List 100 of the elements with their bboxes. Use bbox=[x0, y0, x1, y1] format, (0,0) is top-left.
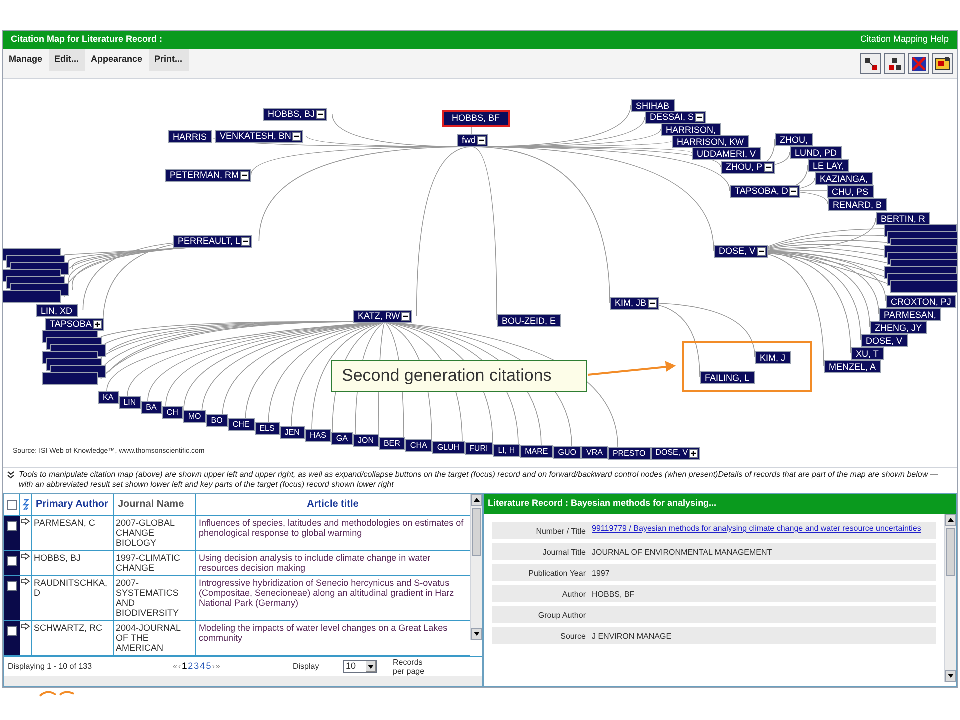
citation-node[interactable]: HAS bbox=[304, 428, 332, 442]
citation-node[interactable]: BOU-ZEID, E bbox=[497, 314, 562, 327]
map-tool-button[interactable] bbox=[932, 53, 953, 74]
citation-node[interactable]: KA bbox=[98, 391, 119, 404]
citation-node[interactable]: FURI bbox=[464, 442, 494, 456]
table-cell[interactable]: Modeling the impacts of water level changes on a Great Lakes community bbox=[196, 621, 470, 655]
record-title-link[interactable]: 99119779 / Bayesian methods for analysing climate change and water resource uncertainties bbox=[592, 522, 936, 539]
citation-node[interactable]: GA bbox=[331, 432, 353, 445]
citation-node[interactable]: PETERMAN, RM bbox=[165, 169, 252, 182]
collapse-button[interactable] bbox=[756, 247, 766, 256]
row-checkbox[interactable] bbox=[7, 626, 17, 636]
citation-node[interactable]: CHA bbox=[405, 438, 432, 452]
collapse-button[interactable] bbox=[764, 163, 773, 172]
citation-node[interactable]: XU, T bbox=[851, 347, 884, 360]
citation-node[interactable]: GUO bbox=[553, 446, 582, 459]
citation-node[interactable]: KIM, J bbox=[755, 351, 791, 364]
map-tool-button[interactable] bbox=[884, 53, 905, 74]
citation-node[interactable]: DESSAI, S bbox=[645, 111, 706, 124]
citation-node[interactable]: MARE bbox=[520, 444, 554, 458]
citation-node[interactable]: VRA bbox=[581, 446, 608, 460]
citation-node[interactable]: fwd bbox=[457, 134, 488, 147]
row-checkbox[interactable] bbox=[7, 581, 17, 591]
citation-node[interactable]: KAZIANGA, bbox=[815, 172, 874, 185]
column-header[interactable]: Journal Name bbox=[114, 494, 196, 515]
citation-node[interactable]: LI, H bbox=[493, 444, 520, 457]
collapse-button[interactable] bbox=[241, 237, 250, 246]
page-link[interactable]: 4 bbox=[200, 660, 206, 674]
expand-button[interactable] bbox=[689, 449, 698, 458]
expand-button[interactable] bbox=[92, 320, 102, 329]
citation-node[interactable]: DOSE, V bbox=[861, 334, 908, 347]
collapse-button[interactable] bbox=[240, 171, 250, 180]
citation-node[interactable]: JEN bbox=[280, 426, 305, 439]
citation-node[interactable]: MO bbox=[183, 410, 206, 424]
citation-node[interactable]: PERREAULT, L bbox=[173, 235, 252, 248]
pager-arrow[interactable]: › bbox=[212, 660, 215, 672]
page-link[interactable]: 1 bbox=[182, 660, 188, 674]
scroll-thumb[interactable] bbox=[472, 508, 481, 556]
focus-node[interactable]: HOBBS, BF bbox=[442, 110, 510, 127]
citation-node[interactable]: PARMESAN, bbox=[879, 308, 942, 321]
citation-node[interactable]: HOBBS, BJ bbox=[263, 108, 328, 121]
citation-node[interactable]: CH bbox=[162, 406, 184, 419]
row-checkbox[interactable] bbox=[7, 556, 17, 566]
citation-node[interactable]: CHE bbox=[228, 418, 255, 432]
map-tool-button[interactable] bbox=[908, 53, 929, 74]
column-header[interactable]: Article title bbox=[196, 494, 470, 515]
table-cell[interactable]: Influences of species, latitudes and methodologies on estimates of phenological response to global warming bbox=[196, 516, 470, 550]
page-size-select[interactable]: 10 bbox=[343, 660, 377, 673]
citation-node[interactable]: ZHOU, P bbox=[721, 161, 775, 174]
scrollbar[interactable] bbox=[470, 494, 482, 640]
down-arrow-icon[interactable] bbox=[948, 674, 954, 678]
citation-node[interactable]: TAPSOBA bbox=[45, 318, 104, 331]
citation-node[interactable]: ZHOU, bbox=[775, 133, 813, 146]
menu-item[interactable]: Manage bbox=[3, 49, 49, 71]
map-tool-button[interactable] bbox=[860, 53, 881, 74]
table-cell[interactable]: Using decision analysis to include climate change in water resources decision making bbox=[196, 551, 470, 575]
menu-item[interactable]: Edit... bbox=[48, 49, 86, 71]
citation-node[interactable]: FAILING, L bbox=[700, 371, 755, 384]
up-arrow-icon[interactable] bbox=[948, 518, 954, 522]
collapse-button[interactable] bbox=[789, 187, 798, 196]
citation-node[interactable]: LIN bbox=[118, 396, 142, 410]
up-arrow-icon[interactable] bbox=[474, 498, 480, 502]
menu-item[interactable]: Print... bbox=[148, 49, 189, 71]
citation-node[interactable]: LE LAY, bbox=[808, 159, 850, 172]
pager-arrow[interactable]: « bbox=[173, 660, 178, 672]
help-link[interactable]: Citation Mapping Help bbox=[860, 33, 949, 47]
arrow-right-icon[interactable] bbox=[21, 553, 30, 560]
citation-node[interactable]: HARRISON, bbox=[661, 123, 722, 136]
citation-node[interactable]: CHU, PS bbox=[827, 185, 874, 198]
citation-node[interactable]: RENARD, B bbox=[828, 198, 888, 211]
citation-node[interactable]: BO bbox=[206, 414, 228, 428]
citation-node[interactable]: SHIHAB bbox=[631, 99, 675, 112]
arrow-right-icon[interactable] bbox=[21, 578, 30, 585]
citation-node[interactable]: ZHENG, JY bbox=[870, 321, 928, 334]
scroll-thumb[interactable] bbox=[946, 528, 955, 576]
arrow-right-icon[interactable] bbox=[21, 518, 30, 525]
pager-arrow[interactable]: ‹ bbox=[178, 660, 182, 672]
collapse-button[interactable] bbox=[316, 110, 326, 119]
collapse-button[interactable] bbox=[401, 312, 410, 321]
page-link[interactable]: 5 bbox=[206, 660, 212, 674]
collapse-button[interactable] bbox=[292, 132, 302, 141]
chevron-down-icon[interactable] bbox=[7, 471, 15, 479]
citation-node[interactable]: BA bbox=[141, 401, 162, 414]
down-arrow-icon[interactable] bbox=[474, 632, 480, 636]
collapse-button[interactable] bbox=[477, 136, 486, 145]
citation-node[interactable]: BERTIN, R bbox=[876, 212, 930, 225]
scrollbar[interactable] bbox=[944, 514, 956, 682]
citation-node[interactable]: DOSE, V bbox=[650, 447, 700, 460]
row-checkbox[interactable] bbox=[7, 521, 17, 531]
citation-node[interactable]: TAPSOBA, D bbox=[730, 185, 800, 198]
citation-node[interactable]: LIN, XD bbox=[36, 304, 78, 317]
page-link[interactable]: 2 bbox=[188, 660, 194, 674]
arrow-right-icon[interactable] bbox=[21, 623, 30, 630]
citation-node[interactable]: UDDAMERI, V bbox=[692, 147, 762, 160]
citation-node[interactable]: PRESTO bbox=[608, 446, 651, 460]
pager-arrow[interactable]: » bbox=[216, 660, 220, 672]
collapse-button[interactable] bbox=[648, 299, 657, 308]
column-header[interactable]: Primary Author bbox=[32, 494, 114, 515]
citation-node[interactable]: BER bbox=[378, 436, 406, 450]
citation-node[interactable]: KIM, JB bbox=[610, 297, 659, 310]
citation-node[interactable]: GLUH bbox=[432, 440, 465, 454]
